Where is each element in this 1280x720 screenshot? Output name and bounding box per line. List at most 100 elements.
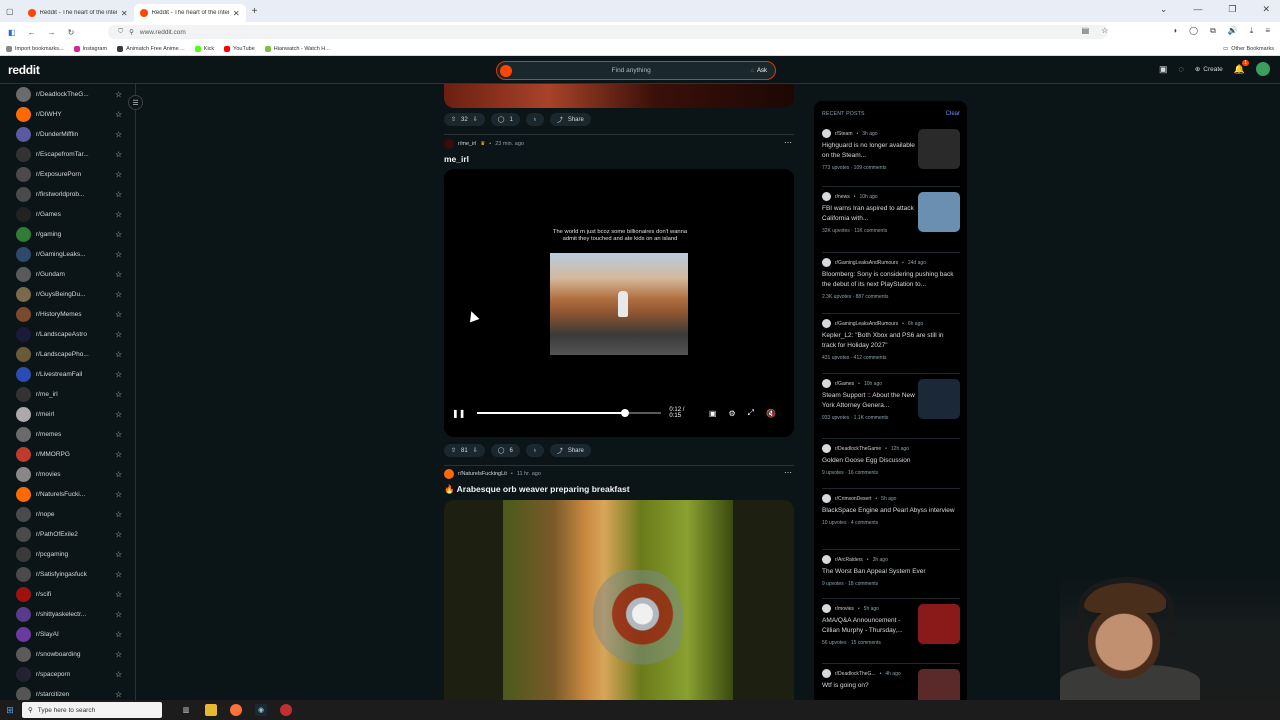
recent-post-thumbnail[interactable] <box>918 379 960 419</box>
recent-post-item[interactable]: r/DeadlockTheGame • 12h ago Golden Goose Eg… <box>822 444 960 476</box>
recent-post-title[interactable]: Golden Goose Egg Discussion <box>822 456 956 466</box>
vote-control[interactable]: ⇧ 32 ⇩ <box>444 113 485 126</box>
sidebar-item[interactable]: r/SlayAI ☆ <box>0 624 135 644</box>
video-progress-bar[interactable] <box>477 409 662 417</box>
award-button[interactable]: ♁ <box>525 113 544 126</box>
bookmark-kick[interactable]: Kick <box>194 45 214 52</box>
sidebar-item[interactable]: r/nope ☆ <box>0 504 135 524</box>
sidebar-item[interactable]: r/NaturelsFucki... ☆ <box>0 484 135 504</box>
vpn-icon[interactable]: ◑ <box>1172 26 1177 36</box>
sidebar-item[interactable]: r/HistoryMemes ☆ <box>0 304 135 324</box>
recent-post-subreddit[interactable]: r/ArcRaiders <box>835 557 863 563</box>
recent-post-item[interactable]: r/CrimsonDesert • 5h ago BlackSpace Engine … <box>822 494 960 526</box>
recent-post-thumbnail[interactable] <box>918 604 960 644</box>
sidebar-item[interactable]: r/shittyaskelectr... ☆ <box>0 604 135 624</box>
extensions-icon[interactable]: ◧ <box>8 28 16 37</box>
favorite-star-icon[interactable]: ☆ <box>115 450 122 459</box>
recent-post-thumbnail[interactable] <box>918 129 960 169</box>
forward-icon[interactable]: → <box>48 28 56 37</box>
recent-post-subreddit[interactable]: r/Games <box>835 381 854 387</box>
recent-post-title[interactable]: BlackSpace Engine and Pearl Abyss interv… <box>822 506 956 516</box>
menu-icon[interactable]: ≡ <box>1265 26 1270 36</box>
close-tab-icon[interactable]: ✕ <box>233 9 240 18</box>
create-button[interactable]: ⊕ Create <box>1195 65 1223 74</box>
minimize-icon[interactable]: — <box>1193 4 1202 15</box>
chrome-icon[interactable] <box>280 704 292 716</box>
recent-post-subreddit[interactable]: r/Steam <box>835 131 853 137</box>
captions-icon[interactable]: ▣ <box>709 409 717 418</box>
subreddit-avatar[interactable] <box>444 139 454 149</box>
favorite-star-icon[interactable]: ☆ <box>115 630 122 639</box>
recent-post-item[interactable]: r/DeadlockTheG... • 4h ago Wtf is going on? <box>822 669 960 700</box>
favorite-star-icon[interactable]: ☆ <box>115 530 122 539</box>
settings-gear-icon[interactable]: ⚙ <box>728 409 735 418</box>
sidebar-item[interactable]: r/DunderMifflin ☆ <box>0 124 135 144</box>
recent-post-title[interactable]: AMA/Q&A Announcement - Cillian Murphy - … <box>822 616 918 636</box>
browser-tab[interactable]: Reddit - The heart of the intern ✕ <box>22 4 134 22</box>
sidebar-item[interactable]: r/Gundam ☆ <box>0 264 135 284</box>
post-image[interactable] <box>444 500 794 700</box>
sidebar-item[interactable]: r/ExposurePorn ☆ <box>0 164 135 184</box>
recent-post-item[interactable]: r/movies • 5h ago AMA/Q&A Announcement - Ci… <box>822 604 960 646</box>
sidebar-item[interactable]: r/meirl ☆ <box>0 404 135 424</box>
browser-tab-active[interactable]: Reddit - The heart of the intern ✕ <box>133 4 246 22</box>
other-bookmarks[interactable]: ▭ Other Bookmarks <box>1223 46 1274 52</box>
sidebar-item[interactable]: r/DIWHY ☆ <box>0 104 135 124</box>
recent-post-item[interactable]: r/Games • 10h ago Steam Support :: About th… <box>822 379 960 421</box>
recent-post-title[interactable]: Kepler_L2: "Both Xbox and PS6 are still … <box>822 331 956 351</box>
recent-post-subreddit[interactable]: r/CrimsonDesert <box>835 496 871 502</box>
sidebar-item[interactable]: r/memes ☆ <box>0 424 135 444</box>
task-view-icon[interactable]: ▥ <box>180 704 192 716</box>
video-player[interactable]: The world rn just bcoz some billionaires… <box>444 169 794 437</box>
recent-post-subreddit[interactable]: r/news <box>835 194 850 200</box>
sidebar-item[interactable]: r/LandscapePho... ☆ <box>0 344 135 364</box>
favorite-star-icon[interactable]: ☆ <box>115 510 122 519</box>
bookmark-star-icon[interactable]: ☆ <box>1101 26 1108 36</box>
sidebar-item[interactable]: r/DeadlockTheG... ☆ <box>0 84 135 104</box>
sidebar-item[interactable]: r/scifi ☆ <box>0 584 135 604</box>
share-button[interactable]: ⤴ Share <box>549 113 591 126</box>
new-tab-button[interactable]: + <box>252 6 258 17</box>
favorite-star-icon[interactable]: ☆ <box>115 210 122 219</box>
favorite-star-icon[interactable]: ☆ <box>115 470 122 479</box>
sidebar-item[interactable]: r/GamingLeaks... ☆ <box>0 244 135 264</box>
favorite-star-icon[interactable]: ☆ <box>115 250 122 259</box>
bookmark-animatch[interactable]: Animatch Free Anime ... <box>117 45 185 52</box>
windows-start-icon[interactable]: ⊞ <box>0 705 20 716</box>
award-button[interactable]: ♁ <box>525 444 544 457</box>
close-window-icon[interactable]: ✕ <box>1262 4 1270 15</box>
previous-post-image[interactable] <box>444 84 794 108</box>
bookmark-youtube[interactable]: YouTube <box>224 45 255 52</box>
mute-icon[interactable]: 🔇 <box>766 409 776 418</box>
taskbar-search-input[interactable]: ⚲ Type here to search <box>22 702 162 718</box>
pause-icon[interactable]: ❚❚ <box>452 409 465 418</box>
puzzle-icon[interactable]: ⧉ <box>1210 26 1216 36</box>
downvote-icon[interactable]: ⇩ <box>473 116 478 123</box>
recent-post-title[interactable]: Steam Support :: About the New York Atto… <box>822 391 918 411</box>
recent-post-item[interactable]: r/ArcRaiders • 3h ago The Worst Ban Appeal … <box>822 555 960 587</box>
ask-button[interactable]: ⌂ Ask <box>750 68 767 74</box>
account-icon[interactable]: ◯ <box>1189 26 1198 36</box>
recent-post-subreddit[interactable]: r/GamingLeaksAndRumours <box>835 321 898 327</box>
recent-post-title[interactable]: Bloomberg: Sony is considering pushing b… <box>822 270 956 290</box>
recent-post-title[interactable]: FBI warns Iran aspired to attack Califor… <box>822 204 918 224</box>
favorite-star-icon[interactable]: ☆ <box>115 610 122 619</box>
search-input[interactable]: Find anything ⌂ Ask <box>496 61 776 80</box>
avatar[interactable] <box>1256 62 1270 76</box>
tab-list-icon[interactable]: ⌄ <box>1160 4 1168 15</box>
reader-view-icon[interactable]: ▤ <box>1082 26 1090 36</box>
recent-post-item[interactable]: r/GamingLeaksAndRumours • 6h ago Kepler_L2:… <box>822 319 960 361</box>
subreddit-link[interactable]: r/me_irl <box>458 141 476 147</box>
bookmark-hianwatch[interactable]: Hianwatch - Watch H... <box>264 45 330 52</box>
favorite-star-icon[interactable]: ☆ <box>115 310 122 319</box>
favorite-star-icon[interactable]: ☆ <box>115 290 122 299</box>
notifications-button[interactable]: 🔔 1 <box>1234 59 1249 75</box>
upvote-icon[interactable]: ⇧ <box>451 447 456 454</box>
favorite-star-icon[interactable]: ☆ <box>115 110 122 119</box>
post-title[interactable]: 🔥 Arabesque orb weaver preparing breakfa… <box>444 484 630 495</box>
upvote-icon[interactable]: ⇧ <box>451 116 456 123</box>
recent-post-subreddit[interactable]: r/DeadlockTheG... <box>835 671 876 677</box>
subreddit-link[interactable]: r/NaturelsFuckingLit <box>458 471 507 477</box>
reddit-logo[interactable]: reddit <box>8 63 40 77</box>
recent-post-title[interactable]: Highguard is no longer available on the … <box>822 141 918 161</box>
